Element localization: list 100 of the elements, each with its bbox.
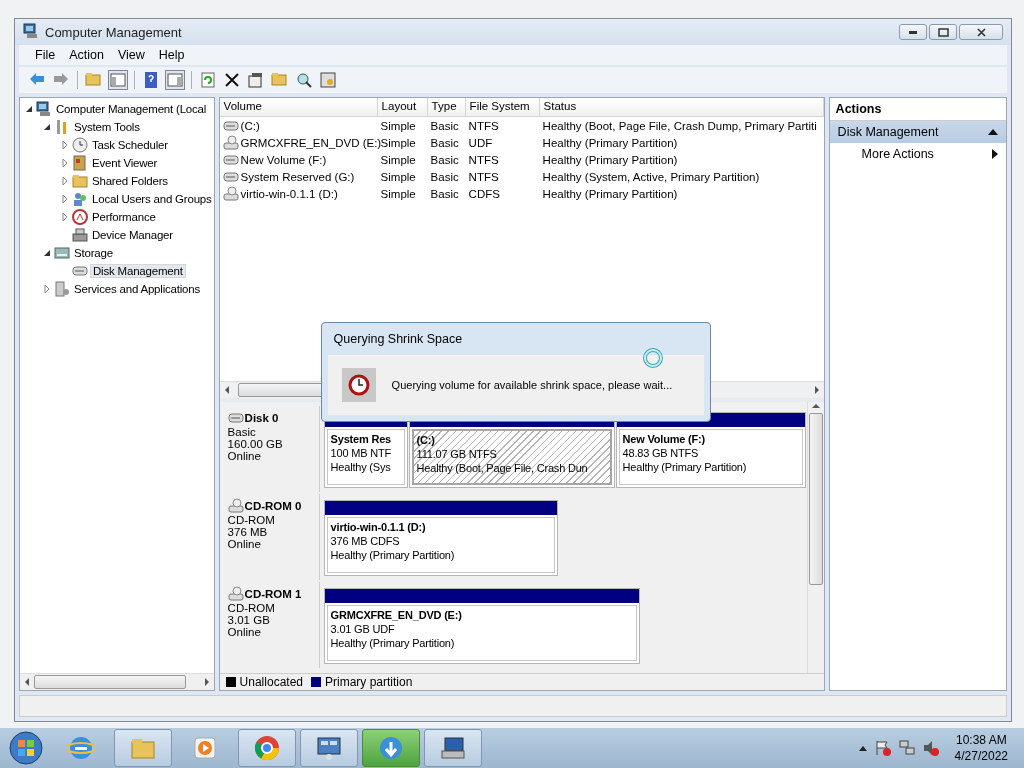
expand-arrow-icon[interactable] bbox=[61, 195, 69, 203]
collapse-arrow-icon[interactable] bbox=[25, 105, 33, 113]
table-cell: Simple bbox=[380, 187, 416, 200]
storage-icon bbox=[54, 245, 70, 261]
table-cell: Simple bbox=[380, 170, 416, 183]
collapse-arrow-icon[interactable] bbox=[988, 128, 998, 136]
tree-item[interactable]: Device Manager bbox=[90, 229, 175, 241]
flag-icon[interactable] bbox=[874, 740, 891, 756]
expand-arrow-icon[interactable] bbox=[43, 285, 51, 293]
column-header[interactable]: Layout bbox=[377, 98, 428, 116]
column-header[interactable]: Type bbox=[427, 98, 466, 116]
table-cell: virtio-win-0.1.1 (D:) bbox=[240, 187, 338, 200]
partition-block[interactable]: virtio-win-0.1.1 (D:) 376 MB CDFS Healthy (Primary Partition) bbox=[323, 500, 558, 576]
speaker-icon[interactable] bbox=[922, 740, 939, 756]
optical-drive-icon bbox=[227, 586, 244, 602]
search-icon[interactable] bbox=[295, 71, 313, 89]
help-icon[interactable] bbox=[142, 71, 160, 89]
tree-item[interactable]: Performance bbox=[90, 211, 158, 223]
column-header[interactable]: File System bbox=[465, 98, 540, 116]
drive-icon bbox=[227, 410, 244, 426]
settings-icon[interactable] bbox=[319, 71, 337, 89]
server-icon bbox=[54, 281, 70, 297]
scrollbar-thumb[interactable] bbox=[808, 413, 823, 585]
table-cell: NTFS bbox=[468, 170, 499, 183]
window-title: Computer Management bbox=[45, 24, 183, 40]
optical-drive-icon bbox=[222, 134, 239, 151]
minimize-button[interactable] bbox=[899, 24, 927, 40]
tree-item[interactable]: Local Users and Groups bbox=[90, 193, 214, 205]
column-header[interactable]: Volume bbox=[219, 98, 378, 116]
pane-icon[interactable] bbox=[166, 71, 184, 89]
tree-item[interactable]: Event Viewer bbox=[90, 157, 160, 169]
partition-name: GRMCXFRE_EN_DVD (E:) bbox=[330, 608, 463, 622]
menu-item[interactable]: View bbox=[111, 47, 151, 63]
expand-arrow-icon[interactable] bbox=[61, 159, 69, 167]
expand-arrow-icon[interactable] bbox=[61, 177, 69, 185]
disk-detail: 3.01 GB bbox=[227, 614, 271, 626]
table-cell: Simple bbox=[380, 136, 416, 149]
properties-icon[interactable] bbox=[247, 71, 265, 89]
show-hidden-icons-icon[interactable] bbox=[858, 745, 867, 751]
computer-icon bbox=[36, 101, 52, 117]
disk-name: CD-ROM 1 bbox=[244, 588, 302, 600]
tree-item[interactable]: Disk Management bbox=[90, 264, 186, 278]
close-button[interactable] bbox=[959, 24, 1003, 40]
control-panel-icon[interactable] bbox=[315, 734, 343, 762]
tree-item[interactable]: Shared Folders bbox=[90, 175, 170, 187]
network-computer-icon[interactable] bbox=[439, 734, 467, 762]
tree-item[interactable]: Computer Management (Local bbox=[54, 103, 209, 115]
scroll-up-icon[interactable] bbox=[811, 402, 820, 410]
delete-icon[interactable] bbox=[223, 71, 241, 89]
collapse-arrow-icon[interactable] bbox=[43, 123, 51, 131]
menu-item[interactable]: File bbox=[29, 47, 62, 63]
computer-icon bbox=[23, 22, 39, 39]
table-cell: Simple bbox=[380, 119, 416, 132]
folder-icon bbox=[72, 173, 88, 189]
browser-icon[interactable] bbox=[67, 734, 95, 762]
network-icon[interactable] bbox=[898, 740, 915, 756]
submenu-arrow-icon[interactable] bbox=[992, 149, 998, 159]
table-cell: Basic bbox=[430, 119, 459, 132]
scroll-right-icon[interactable] bbox=[202, 678, 211, 686]
action-link[interactable]: More Actions bbox=[861, 147, 934, 161]
maximize-button[interactable] bbox=[929, 24, 957, 40]
refresh-icon[interactable] bbox=[199, 71, 217, 89]
tree-item[interactable]: Services and Applications bbox=[72, 283, 203, 295]
users-icon bbox=[72, 191, 88, 207]
clock-time[interactable]: 10:38 AM bbox=[955, 732, 1007, 748]
menu-item[interactable]: Help bbox=[152, 47, 191, 63]
tree-item[interactable]: Storage bbox=[72, 247, 115, 259]
table-cell: Basic bbox=[430, 170, 459, 183]
pane-icon[interactable] bbox=[109, 71, 127, 89]
partition-block[interactable]: New Volume (F:) 48.83 GB NTFS Healthy (Primary Partition) bbox=[615, 412, 806, 488]
column-header[interactable]: Status bbox=[539, 98, 824, 116]
printer-icon bbox=[72, 227, 88, 243]
partition-status: Healthy (Sys bbox=[330, 460, 392, 474]
partition-name: New Volume (F:) bbox=[622, 432, 706, 446]
partition-size: 111.07 GB NTFS bbox=[416, 447, 498, 461]
tree-item[interactable]: System Tools bbox=[72, 121, 142, 133]
optical-drive-icon bbox=[227, 498, 244, 514]
clock-date[interactable]: 4/27/2022 bbox=[954, 748, 1008, 764]
minimize-icon bbox=[909, 30, 917, 34]
start-button[interactable] bbox=[9, 731, 43, 765]
menu-item[interactable]: Action bbox=[63, 47, 110, 63]
tree-item[interactable]: Task Scheduler bbox=[90, 139, 170, 151]
scroll-right-icon[interactable] bbox=[812, 386, 821, 394]
legend-label: Primary partition bbox=[325, 675, 413, 689]
table-cell: CDFS bbox=[468, 187, 500, 200]
media-player-icon[interactable] bbox=[191, 734, 219, 762]
disk-name: Disk 0 bbox=[244, 412, 279, 424]
clock-icon bbox=[72, 137, 88, 153]
maximize-icon bbox=[937, 27, 949, 37]
expand-arrow-icon[interactable] bbox=[61, 213, 69, 221]
partition-block[interactable]: GRMCXFRE_EN_DVD (E:) 3.01 GB UDF Healthy (Primary Partition) bbox=[323, 588, 640, 664]
collapse-arrow-icon[interactable] bbox=[43, 249, 51, 257]
scrollbar-thumb[interactable] bbox=[34, 675, 186, 689]
partition-name: System Res bbox=[330, 432, 392, 446]
expand-arrow-icon[interactable] bbox=[61, 141, 69, 149]
chrome-icon[interactable] bbox=[253, 734, 281, 762]
download-globe-icon[interactable] bbox=[377, 734, 405, 762]
scroll-left-icon[interactable] bbox=[23, 678, 31, 686]
disk-detail: Online bbox=[227, 538, 262, 550]
table-cell: New Volume (F:) bbox=[240, 153, 327, 166]
